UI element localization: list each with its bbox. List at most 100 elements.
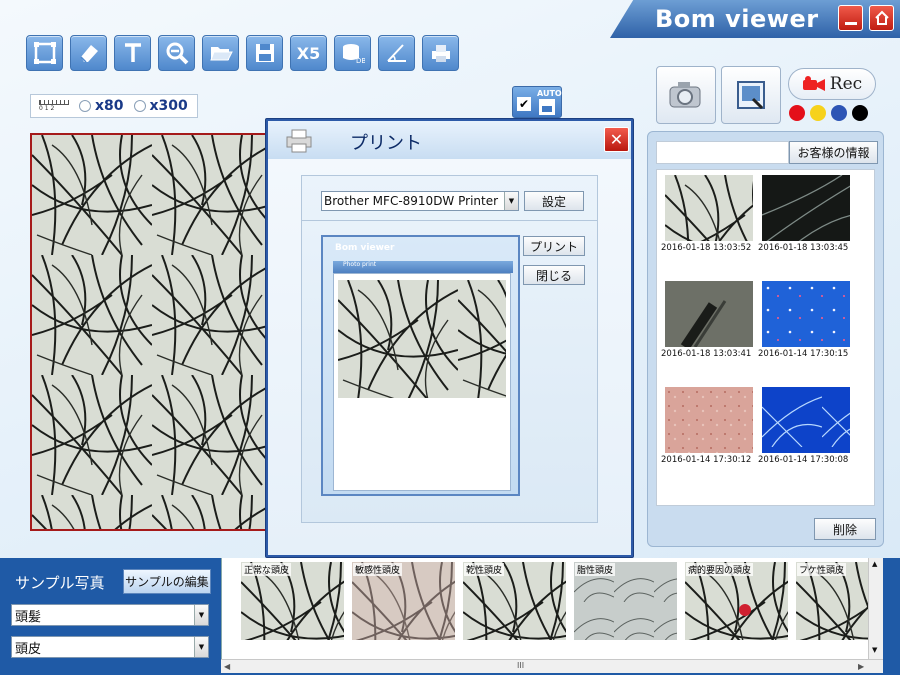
database-button[interactable]: DB [334,35,371,71]
folder-open-icon [209,47,233,61]
eraser-button[interactable] [70,35,107,71]
sample-thumb[interactable]: 乾性頭皮 [463,562,566,640]
app-title: Bom viewer [655,5,819,33]
open-folder-button[interactable] [202,35,239,71]
gallery-panel: お客様の情報 2016-01-18 13:03:52 2016-01-18 13… [647,131,884,547]
camera-button[interactable] [656,66,716,124]
gallery-thumb[interactable] [665,387,753,453]
printer-settings-button[interactable]: 設定 [524,191,584,211]
preview-paper [333,273,511,491]
thumb-timestamp: 2016-01-14 17:30:08 [758,455,849,465]
crop-button[interactable] [26,35,63,71]
video-camera-icon [802,76,825,91]
ruler-icon: 0 1 2 [39,100,69,112]
thumb-timestamp: 2016-01-18 13:03:41 [661,349,752,359]
record-button[interactable]: Rec [788,68,876,100]
auto-label: AUTO [537,89,562,98]
hair-category-select[interactable]: 頭髪 ▼ [11,604,209,626]
save-icon [255,44,274,62]
close-icon: ✕ [609,130,624,149]
magnification-selector: 0 1 2 x80 x300 [30,94,198,118]
text-icon [124,43,141,62]
hair-select-value: 頭髪 [15,609,42,625]
printer-icon [286,129,312,153]
angle-icon [386,44,406,62]
zoom-out-icon [166,42,188,65]
customer-field[interactable] [656,141,789,164]
x5-button[interactable]: X5 [290,35,327,71]
home-button[interactable] [869,5,894,31]
gallery-thumb[interactable] [762,281,850,347]
gallery-thumb[interactable] [665,281,753,347]
picture-icon [737,81,765,110]
print-confirm-button[interactable]: プリント [523,236,585,256]
sample-thumb[interactable]: 敏感性頭皮 [352,562,455,640]
scroll-left-icon[interactable]: ◀ [224,662,230,671]
chevron-down-icon[interactable]: ▼ [194,605,208,625]
edit-samples-button[interactable]: サンプルの編集 [123,569,211,594]
customer-info-button[interactable]: お客様の情報 [789,141,878,164]
zoom-out-button[interactable] [158,35,195,71]
sample-photos-label: サンプル写真 [15,574,105,592]
text-button[interactable] [114,35,151,71]
title-bar: Bom viewer [0,0,900,38]
sample-thumb[interactable]: 正常な頭皮 [241,562,344,640]
auto-save-toggle[interactable]: AUTO ✔ [512,86,562,118]
scroll-grip[interactable]: III [517,661,524,670]
close-dialog-button[interactable]: 閉じる [523,265,585,285]
divider [302,220,597,221]
print-button[interactable] [422,35,459,71]
scroll-down-icon[interactable]: ▼ [872,646,877,654]
red-color-dot[interactable] [789,105,805,121]
yellow-color-dot[interactable] [810,105,826,121]
black-color-dot[interactable] [852,105,868,121]
camera-icon [669,82,701,108]
save-icon [539,99,555,115]
record-label: Rec [829,74,863,94]
dialog-title: プリント [350,133,422,154]
print-dialog: プリント ✕ Brother MFC-8910DW Printer ▼ 設定 B… [265,118,634,558]
blue-color-dot[interactable] [831,105,847,121]
scalp-select-value: 頭皮 [15,641,42,657]
gallery-thumb[interactable] [762,387,850,453]
chevron-down-icon[interactable]: ▼ [504,192,518,210]
dialog-close-button[interactable]: ✕ [604,127,629,152]
hair-image [32,135,268,529]
svg-text:DB: DB [356,57,365,65]
scalp-category-select[interactable]: 頭皮 ▼ [11,636,209,658]
horizontal-scrollbar[interactable]: ◀ III ▶ [221,659,883,673]
snapshot-view-button[interactable] [721,66,781,124]
thumb-timestamp: 2016-01-14 17:30:15 [758,349,849,359]
sample-thumb[interactable]: 病的要因の頭皮 [685,562,788,640]
preview-app-title: Bom viewer [335,243,395,253]
checkbox-checked-icon: ✔ [517,97,531,111]
chevron-down-icon[interactable]: ▼ [194,637,208,657]
scroll-up-icon[interactable]: ▲ [872,560,877,568]
gallery-thumb[interactable] [665,175,753,241]
preview-photo [338,280,506,398]
x5-icon: X5 [296,43,321,63]
minimize-button[interactable] [838,5,863,31]
x80-radio[interactable] [79,100,91,112]
print-frame: Brother MFC-8910DW Printer ▼ 設定 Bom view… [301,175,598,523]
dialog-title-bar: プリント ✕ [268,121,631,159]
x80-label: x80 [95,98,124,114]
gallery-thumb[interactable] [762,175,850,241]
scroll-right-icon[interactable]: ▶ [858,662,864,671]
delete-button[interactable]: 削除 [814,518,876,540]
angle-measure-button[interactable] [378,35,415,71]
thumb-timestamp: 2016-01-14 17:30:12 [661,455,752,465]
x300-radio[interactable] [133,100,146,112]
vertical-scrollbar[interactable]: ▲ ▼ [868,558,883,659]
sample-thumb[interactable]: 脂性頭皮 [574,562,677,640]
printer-name: Brother MFC-8910DW Printer [324,194,499,208]
minimize-icon [844,21,857,25]
print-preview: Bom viewer Photo print [321,235,520,496]
dialog-body: Brother MFC-8910DW Printer ▼ 設定 Bom view… [268,159,631,555]
printer-select[interactable]: Brother MFC-8910DW Printer ▼ [321,191,519,211]
save-button[interactable] [246,35,283,71]
home-icon [874,10,889,25]
crop-icon [33,42,56,64]
gallery-list: 2016-01-18 13:03:52 2016-01-18 13:03:45 … [656,169,875,506]
main-microscope-image[interactable] [30,133,270,531]
